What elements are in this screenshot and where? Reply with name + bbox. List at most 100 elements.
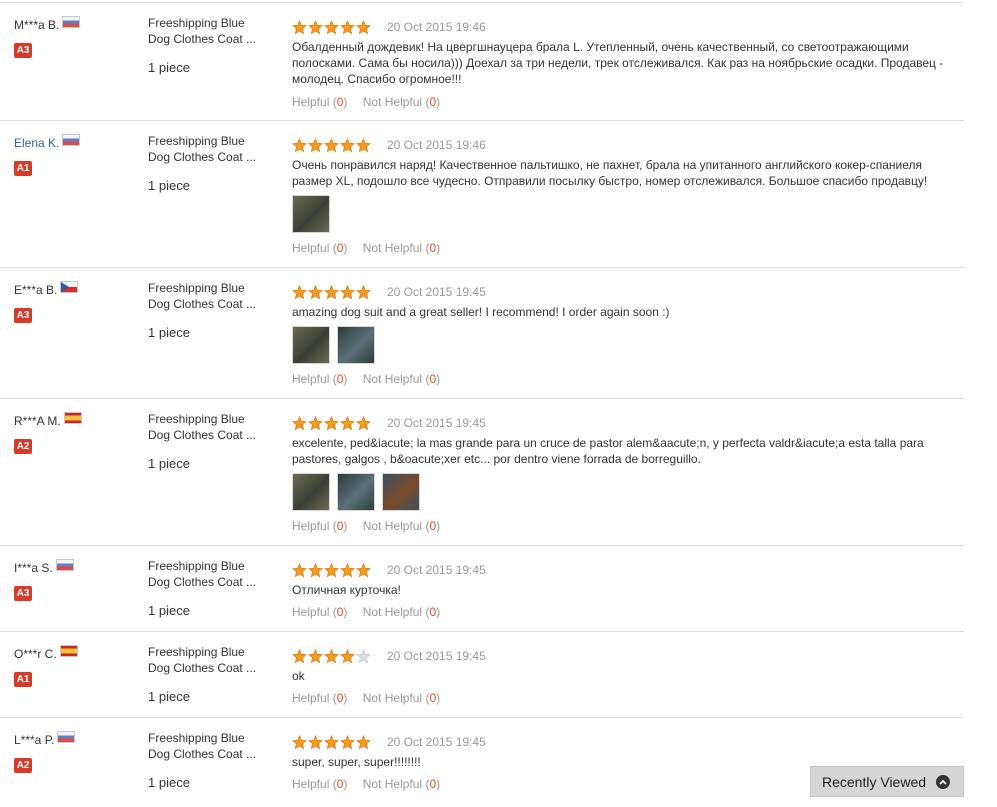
product-name-line-1[interactable]: Freeshipping Blue: [148, 133, 278, 149]
rating-star-icon: [308, 734, 323, 749]
review-body: 20 Oct 2015 19:45 ok: [292, 647, 952, 684]
rating-star-icon: [340, 137, 355, 152]
rating-star-icon: [308, 284, 323, 299]
rating-star-icon: [356, 415, 371, 430]
product-name-line-2[interactable]: Dog Clothes Coat ...: [148, 296, 278, 312]
product-quantity: 1 piece: [148, 603, 190, 618]
rating-star-icon: [292, 415, 307, 430]
review-date: 20 Oct 2015 19:46: [387, 20, 486, 34]
not-helpful-count: 0: [429, 777, 437, 791]
not-helpful-link[interactable]: Not Helpful (0): [363, 519, 440, 533]
product-info: Freeshipping Blue Dog Clothes Coat ... 1…: [148, 133, 278, 193]
product-quantity: 1 piece: [148, 325, 190, 340]
buyer-level-badge: A1: [14, 672, 32, 687]
product-name-line-2[interactable]: Dog Clothes Coat ...: [148, 31, 278, 47]
helpful-votes: Helpful (0) Not Helpful (0): [292, 519, 452, 533]
helpful-link[interactable]: Helpful (0): [292, 95, 347, 109]
rating-star-icon: [292, 562, 307, 577]
star-rating: [292, 284, 371, 300]
review-photo[interactable]: [337, 473, 375, 511]
review-row: E***a B. A3 Freeshipping Blue Dog Clothe…: [0, 267, 964, 398]
rating-star-icon: [340, 734, 355, 749]
recently-viewed-bar[interactable]: Recently Viewed: [810, 766, 964, 797]
reviewer-name: I***a S.: [14, 561, 53, 575]
product-name-line-2[interactable]: Dog Clothes Coat ...: [148, 746, 278, 762]
product-name-line-2[interactable]: Dog Clothes Coat ...: [148, 149, 278, 165]
helpful-votes: Helpful (0) Not Helpful (0): [292, 691, 452, 705]
buyer-level-badge: A3: [14, 43, 32, 58]
review-photo[interactable]: [337, 326, 375, 364]
star-rating: [292, 648, 371, 664]
helpful-votes: Helpful (0) Not Helpful (0): [292, 605, 452, 619]
helpful-votes: Helpful (0) Not Helpful (0): [292, 95, 452, 109]
review-photo[interactable]: [292, 326, 330, 364]
star-rating: [292, 415, 371, 431]
rating-star-icon: [356, 284, 371, 299]
helpful-link[interactable]: Helpful (0): [292, 241, 347, 255]
country-flag-icon: [63, 412, 82, 424]
product-name-line-1[interactable]: Freeshipping Blue: [148, 411, 278, 427]
not-helpful-link[interactable]: Not Helpful (0): [363, 95, 440, 109]
helpful-link[interactable]: Helpful (0): [292, 519, 347, 533]
product-name-line-1[interactable]: Freeshipping Blue: [148, 730, 278, 746]
not-helpful-link[interactable]: Not Helpful (0): [363, 777, 440, 791]
product-info: Freeshipping Blue Dog Clothes Coat ... 1…: [148, 730, 278, 790]
product-name-line-1[interactable]: Freeshipping Blue: [148, 558, 278, 574]
rating-star-icon: [340, 19, 355, 34]
review-date: 20 Oct 2015 19:46: [387, 138, 486, 152]
reviewer-info: Elena K. A1: [14, 134, 134, 176]
product-name-line-1[interactable]: Freeshipping Blue: [148, 280, 278, 296]
rating-star-icon: [356, 562, 371, 577]
rating-star-icon: [324, 648, 339, 663]
buyer-level-badge: A3: [14, 308, 32, 323]
product-name-line-2[interactable]: Dog Clothes Coat ...: [148, 660, 278, 676]
rating-star-icon: [356, 734, 371, 749]
not-helpful-link[interactable]: Not Helpful (0): [363, 372, 440, 386]
product-info: Freeshipping Blue Dog Clothes Coat ... 1…: [148, 411, 278, 471]
star-rating: [292, 734, 371, 750]
review-row: Elena K. A1 Freeshipping Blue Dog Clothe…: [0, 120, 964, 267]
helpful-votes: Helpful (0) Not Helpful (0): [292, 241, 452, 255]
product-name-line-2[interactable]: Dog Clothes Coat ...: [148, 574, 278, 590]
rating-star-icon: [292, 284, 307, 299]
review-date: 20 Oct 2015 19:45: [387, 285, 486, 299]
review-text: excelente, ped&iacute; la mas grande par…: [292, 436, 924, 466]
product-quantity: 1 piece: [148, 60, 190, 75]
not-helpful-count: 0: [429, 605, 437, 619]
product-name-line-2[interactable]: Dog Clothes Coat ...: [148, 427, 278, 443]
not-helpful-link[interactable]: Not Helpful (0): [363, 605, 440, 619]
rating-star-icon: [324, 137, 339, 152]
helpful-link[interactable]: Helpful (0): [292, 777, 347, 791]
helpful-count: 0: [336, 691, 344, 705]
rating-star-icon: [340, 415, 355, 430]
buyer-level-badge: A2: [14, 758, 32, 773]
review-photo[interactable]: [292, 195, 330, 233]
reviewer-info: O***r C. A1: [14, 645, 134, 687]
product-info: Freeshipping Blue Dog Clothes Coat ... 1…: [148, 280, 278, 340]
review-photos: [292, 326, 952, 364]
helpful-link[interactable]: Helpful (0): [292, 605, 347, 619]
rating-star-icon: [340, 284, 355, 299]
buyer-level-badge: A1: [14, 161, 32, 176]
not-helpful-count: 0: [429, 519, 437, 533]
rating-star-icon: [308, 562, 323, 577]
helpful-link[interactable]: Helpful (0): [292, 372, 347, 386]
review-photo[interactable]: [382, 473, 420, 511]
star-rating: [292, 562, 371, 578]
review-date: 20 Oct 2015 19:45: [387, 563, 486, 577]
reviewer-info: E***a B. A3: [14, 281, 134, 323]
helpful-count: 0: [336, 777, 344, 791]
rating-star-icon: [356, 19, 371, 34]
rating-star-icon: [292, 137, 307, 152]
product-name-line-1[interactable]: Freeshipping Blue: [148, 15, 278, 31]
not-helpful-link[interactable]: Not Helpful (0): [363, 241, 440, 255]
product-name-line-1[interactable]: Freeshipping Blue: [148, 644, 278, 660]
helpful-link[interactable]: Helpful (0): [292, 691, 347, 705]
rating-star-icon: [308, 137, 323, 152]
reviewer-name[interactable]: Elena K.: [14, 136, 59, 150]
review-photo[interactable]: [292, 473, 330, 511]
not-helpful-link[interactable]: Not Helpful (0): [363, 691, 440, 705]
product-info: Freeshipping Blue Dog Clothes Coat ... 1…: [148, 644, 278, 704]
reviewer-info: I***a S. A3: [14, 559, 134, 601]
chevron-up-icon[interactable]: [936, 774, 951, 789]
